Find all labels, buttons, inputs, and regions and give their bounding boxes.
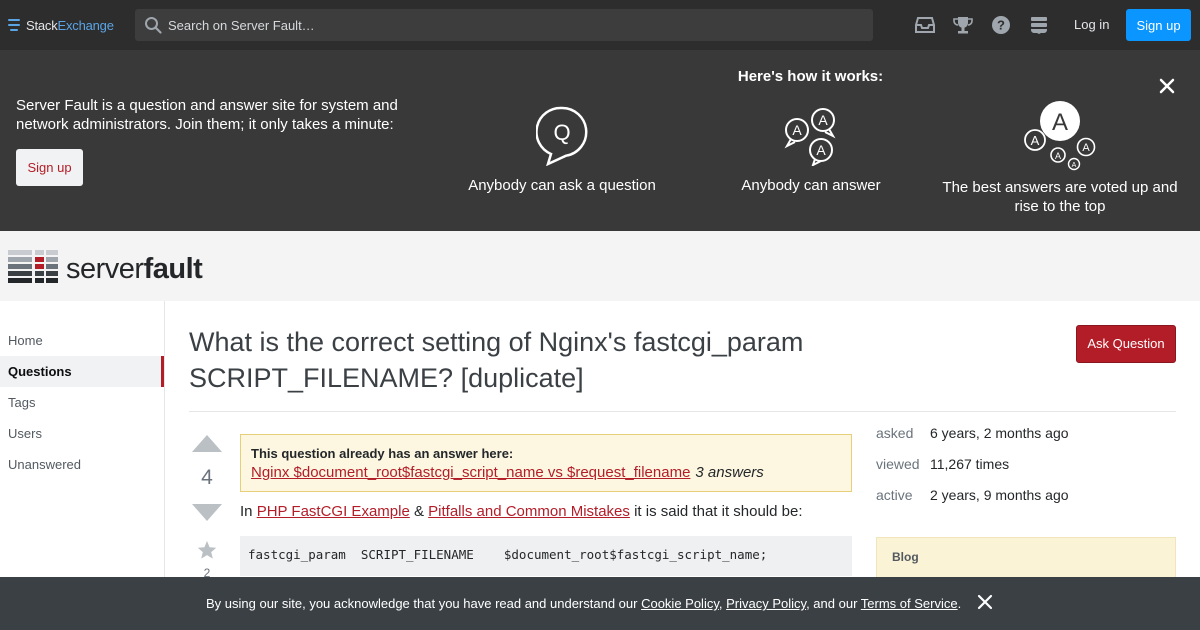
wordmark-server: server bbox=[66, 253, 144, 285]
cookie-text-2: , and our bbox=[806, 596, 858, 611]
achievements-icon[interactable] bbox=[950, 13, 976, 37]
code-block: fastcgi_param SCRIPT_FILENAME $document_… bbox=[240, 536, 852, 576]
inbox-icon[interactable] bbox=[912, 13, 938, 37]
question-title[interactable]: What is the correct setting of Nginx's f… bbox=[189, 324, 949, 396]
body-ampersand: & bbox=[413, 503, 424, 520]
ask-question-button[interactable]: Ask Question bbox=[1076, 325, 1176, 363]
step-voted-glyph-4: A bbox=[1072, 162, 1077, 169]
blog-heading: Blog bbox=[892, 550, 919, 564]
logo-text-stack: Stack bbox=[26, 17, 58, 33]
welcome-banner: Server Fault is a question and answer si… bbox=[0, 50, 1200, 231]
search-input[interactable] bbox=[168, 17, 848, 33]
logo-text-exchange: Exchange bbox=[57, 17, 114, 33]
step-answer-glyph-1: A bbox=[792, 122, 802, 138]
step-ask-glyph: Q bbox=[553, 120, 570, 145]
step-voted: A A A A A The best answers are voted up … bbox=[938, 100, 1182, 216]
duplicate-link[interactable]: Nginx $document_root$fastcgi_script_name… bbox=[251, 464, 690, 481]
viewed-label: viewed bbox=[876, 456, 920, 472]
vote-count: 4 bbox=[201, 466, 213, 489]
step-answer: A A A Anybody can answer bbox=[711, 106, 911, 195]
svg-text:?: ? bbox=[997, 18, 1005, 33]
question-body-text: In PHP FastCGI Example & Pitfalls and Co… bbox=[240, 502, 803, 521]
step-ask: Q Anybody can ask a question bbox=[462, 106, 662, 195]
duplicate-notice: This question already has an answer here… bbox=[240, 434, 852, 492]
duplicate-heading: This question already has an answer here… bbox=[251, 446, 514, 461]
search-icon bbox=[145, 17, 162, 34]
stackexchange-logo[interactable]: StackExchange bbox=[8, 16, 114, 34]
body-suffix: it is said that it should be: bbox=[634, 503, 803, 520]
help-icon[interactable]: ? bbox=[988, 13, 1014, 37]
cookie-banner: By using our site, you acknowledge that … bbox=[0, 577, 1200, 630]
step-voted-glyph-main: A bbox=[1052, 109, 1068, 136]
top-bar: StackExchange ? Log in Sign up bbox=[0, 0, 1200, 50]
cookie-close-icon[interactable] bbox=[976, 593, 994, 611]
php-fastcgi-example-link[interactable]: PHP FastCGI Example bbox=[257, 503, 410, 520]
cookie-message: By using our site, you acknowledge that … bbox=[206, 596, 961, 611]
login-link[interactable]: Log in bbox=[1065, 9, 1118, 41]
favorite-star-icon[interactable] bbox=[197, 540, 217, 560]
step-voted-glyph-5: A bbox=[1082, 142, 1090, 154]
terms-of-service-link[interactable]: Terms of Service bbox=[861, 596, 958, 611]
sidebar-item-tags[interactable]: Tags bbox=[0, 387, 164, 418]
signup-button-top[interactable]: Sign up bbox=[1126, 9, 1191, 41]
close-icon[interactable] bbox=[1156, 75, 1178, 97]
pitfalls-link[interactable]: Pitfalls and Common Mistakes bbox=[428, 503, 630, 520]
hero-intro-text: Server Fault is a question and answer si… bbox=[16, 97, 398, 133]
stackexchange-logo-icon bbox=[8, 19, 20, 31]
active-value[interactable]: 2 years, 9 months ago bbox=[930, 487, 1069, 503]
sidebar-item-users[interactable]: Users bbox=[0, 418, 164, 449]
step-ask-label: Anybody can ask a question bbox=[468, 177, 656, 194]
top-icons: ? bbox=[912, 13, 1064, 37]
cookie-text-1: By using our site, you acknowledge that … bbox=[206, 596, 638, 611]
serverfault-logo-icon bbox=[8, 250, 58, 283]
voted-answer-icon: A A A A A bbox=[1024, 101, 1096, 171]
cookie-comma: , bbox=[718, 596, 723, 611]
sidebar-item-home[interactable]: Home bbox=[0, 325, 164, 356]
sidebar-item-questions[interactable]: Questions bbox=[0, 356, 164, 387]
body-prefix: In bbox=[240, 503, 253, 520]
step-answer-label: Anybody can answer bbox=[741, 177, 881, 194]
answer-icon: A A A bbox=[784, 108, 836, 166]
site-switcher-icon[interactable] bbox=[1026, 13, 1052, 37]
ask-question-icon: Q bbox=[536, 106, 588, 166]
cookie-policy-link[interactable]: Cookie Policy bbox=[641, 596, 719, 611]
cookie-period: . bbox=[957, 596, 962, 611]
site-header: serverfault bbox=[0, 231, 1200, 301]
step-voted-label: The best answers are voted up and rise t… bbox=[942, 179, 1178, 215]
duplicate-answer-count: 3 answers bbox=[695, 464, 764, 481]
step-voted-glyph-3: A bbox=[1055, 151, 1061, 161]
sidebar-item-unanswered[interactable]: Unanswered bbox=[0, 449, 164, 480]
serverfault-logo[interactable]: serverfault bbox=[8, 250, 203, 285]
step-answer-glyph-2: A bbox=[818, 112, 828, 128]
serverfault-wordmark: serverfault bbox=[66, 253, 203, 285]
search-box[interactable] bbox=[135, 9, 873, 41]
active-label: active bbox=[876, 487, 913, 503]
hero-heading: Here's how it works: bbox=[737, 68, 884, 85]
asked-value[interactable]: 6 years, 2 months ago bbox=[930, 425, 1069, 441]
title-divider bbox=[189, 411, 1176, 412]
asked-label: asked bbox=[876, 425, 914, 441]
privacy-policy-link[interactable]: Privacy Policy bbox=[726, 596, 806, 611]
upvote-icon[interactable] bbox=[191, 433, 223, 453]
hero-signup-button[interactable]: Sign up bbox=[16, 149, 83, 186]
step-answer-glyph-3: A bbox=[816, 142, 826, 158]
wordmark-fault: fault bbox=[143, 253, 203, 285]
downvote-icon[interactable] bbox=[191, 503, 223, 523]
step-voted-glyph-2: A bbox=[1031, 133, 1040, 148]
viewed-value: 11,267 times bbox=[930, 456, 1010, 472]
